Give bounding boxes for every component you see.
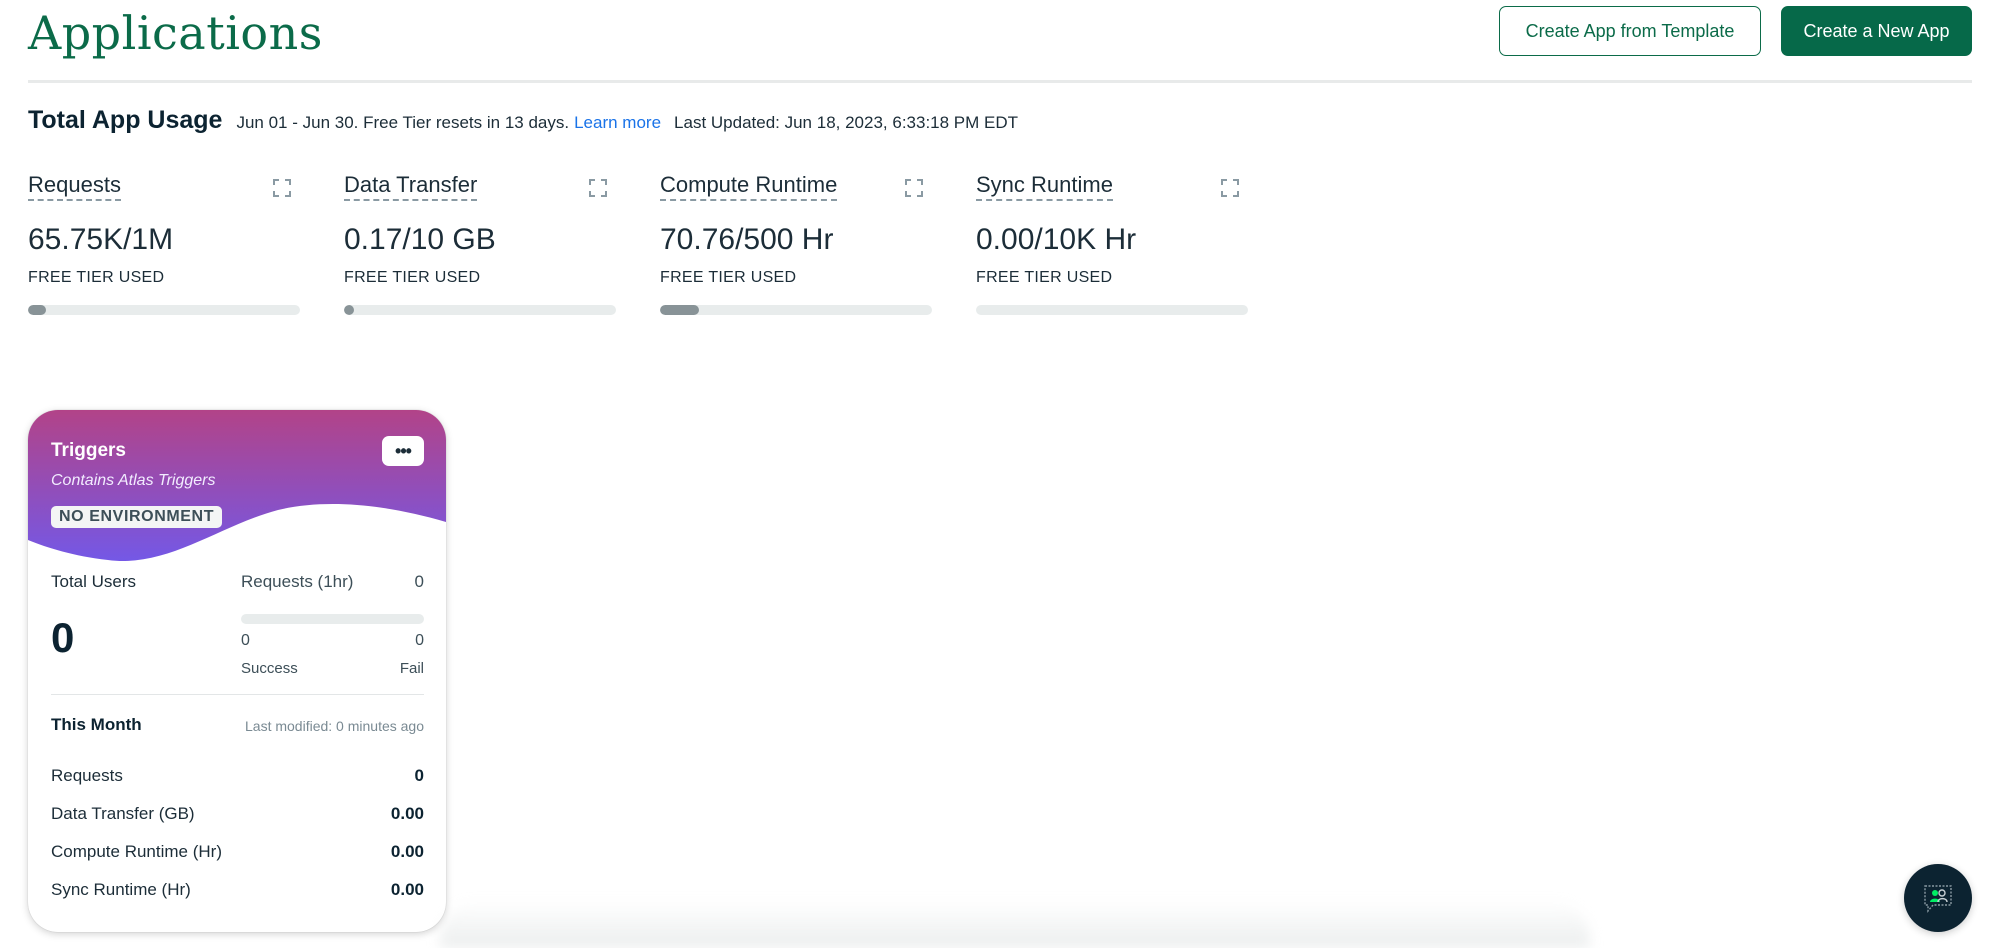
metric-data-transfer: Data Transfer 0.17/10 GB FREE TIER USED — [344, 172, 616, 315]
chat-support-button[interactable] — [1904, 864, 1972, 932]
total-users-value: 0 — [51, 614, 75, 661]
metric-label[interactable]: Sync Runtime — [976, 172, 1113, 201]
monthly-usage-list: Requests 0 Data Transfer (GB) 0.00 Compute… — [51, 766, 424, 918]
footer-shadow — [440, 900, 1590, 948]
metric-requests: Requests 65.75K/1M FREE TIER USED — [28, 172, 300, 315]
requests-success-fail-bar — [241, 614, 424, 624]
fail-count: 0 — [415, 632, 424, 649]
usage-row-value: 0.00 — [390, 842, 424, 861]
header-divider — [28, 80, 1972, 83]
metric-caption: FREE TIER USED — [344, 269, 481, 286]
monthly-usage-row: Sync Runtime (Hr) 0.00 — [51, 880, 424, 918]
metric-compute-runtime: Compute Runtime 70.76/500 Hr FREE TIER U… — [660, 172, 932, 315]
metric-value: 0.00/10K Hr — [976, 223, 1137, 256]
this-month-label: This Month — [51, 715, 142, 734]
usage-row-label: Data Transfer (GB) — [51, 804, 195, 823]
usage-progress-bar — [976, 305, 1248, 315]
usage-row-value: 0.00 — [390, 880, 424, 899]
requests-1hr-label: Requests (1hr) — [241, 572, 354, 591]
metric-value: 70.76/500 Hr — [660, 223, 834, 256]
usage-progress-fill — [660, 305, 699, 315]
success-count: 0 — [241, 632, 250, 649]
usage-row-value: 0.00 — [390, 804, 424, 823]
usage-title: Total App Usage — [28, 106, 223, 134]
card-header-wave — [28, 410, 446, 562]
usage-metrics: Requests 65.75K/1M FREE TIER USED Data T… — [28, 172, 1292, 315]
metric-value: 0.17/10 GB — [344, 223, 496, 256]
fail-label: Fail — [399, 660, 424, 677]
success-label: Success — [241, 660, 298, 677]
create-app-from-template-button[interactable]: Create App from Template — [1499, 6, 1761, 56]
usage-progress-bar — [344, 305, 616, 315]
usage-period: Jun 01 - Jun 30. Free Tier resets in 13 … — [236, 113, 570, 132]
requests-1hr-value: 0 — [414, 572, 424, 591]
usage-progress-bar — [660, 305, 932, 315]
page-title: Applications — [28, 6, 323, 60]
metric-label[interactable]: Data Transfer — [344, 172, 478, 201]
create-new-app-button[interactable]: Create a New App — [1781, 6, 1972, 56]
usage-progress-bar — [28, 305, 300, 315]
usage-progress-fill — [28, 305, 46, 315]
usage-progress-fill — [344, 305, 354, 315]
usage-row-value: 0 — [414, 766, 424, 785]
card-divider — [51, 694, 424, 695]
metric-sync-runtime: Sync Runtime 0.00/10K Hr FREE TIER USED — [976, 172, 1248, 315]
app-description: Contains Atlas Triggers — [51, 472, 216, 489]
monthly-usage-row: Data Transfer (GB) 0.00 — [51, 804, 424, 842]
expand-icon[interactable] — [588, 178, 608, 198]
metric-label[interactable]: Compute Runtime — [660, 172, 838, 201]
environment-badge: NO ENVIRONMENT — [51, 506, 223, 528]
expand-icon[interactable] — [272, 178, 292, 198]
expand-icon[interactable] — [904, 178, 924, 198]
app-card-header: Triggers Contains Atlas Triggers NO ENVI… — [28, 410, 446, 570]
metric-caption: FREE TIER USED — [660, 269, 797, 286]
last-modified: Last modified: 0 minutes ago — [245, 718, 424, 734]
usage-header: Total App Usage Jun 01 - Jun 30. Free Ti… — [28, 106, 1018, 135]
metric-caption: FREE TIER USED — [28, 269, 165, 286]
more-options-button[interactable]: ••• — [382, 436, 424, 466]
total-users-label: Total Users — [51, 572, 137, 591]
usage-row-label: Sync Runtime (Hr) — [51, 880, 191, 899]
monthly-usage-row: Requests 0 — [51, 766, 424, 804]
expand-icon[interactable] — [1220, 178, 1240, 198]
usage-row-label: Compute Runtime (Hr) — [51, 842, 222, 861]
app-card-triggers[interactable]: Triggers Contains Atlas Triggers NO ENVI… — [28, 410, 446, 932]
monthly-usage-row: Compute Runtime (Hr) 0.00 — [51, 842, 424, 880]
last-updated: Last Updated: Jun 18, 2023, 6:33:18 PM E… — [674, 113, 1019, 132]
metric-caption: FREE TIER USED — [976, 269, 1113, 286]
learn-more-link[interactable]: Learn more — [574, 113, 661, 133]
usage-row-label: Requests — [51, 766, 123, 785]
metric-value: 65.75K/1M — [28, 223, 174, 256]
metric-label[interactable]: Requests — [28, 172, 121, 201]
chat-users-icon — [1924, 885, 1952, 913]
app-name[interactable]: Triggers — [51, 440, 126, 462]
